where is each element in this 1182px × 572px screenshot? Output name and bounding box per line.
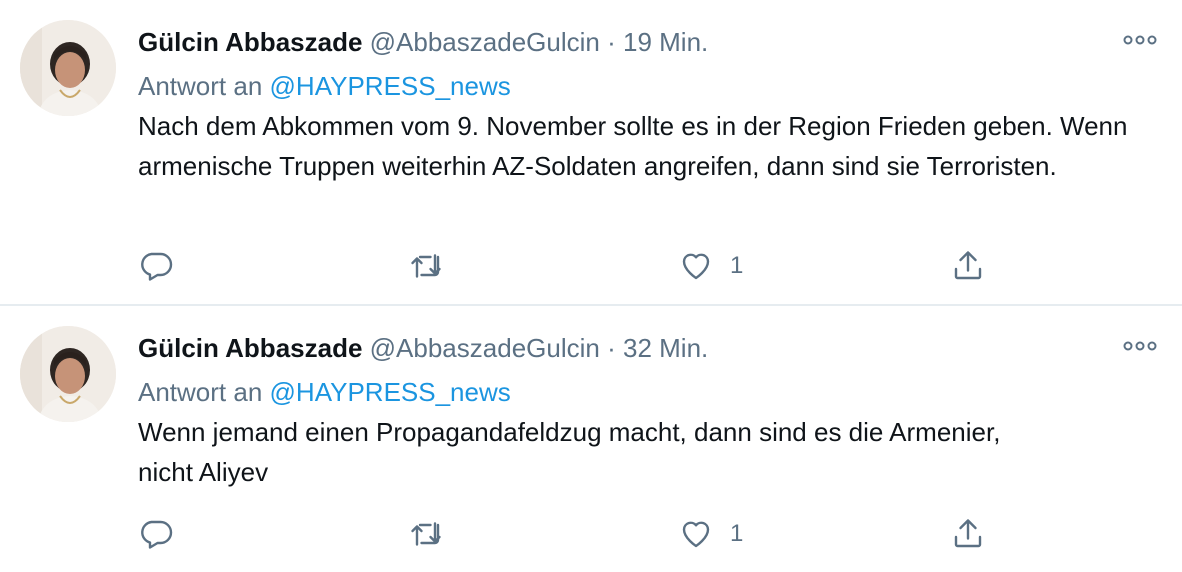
reply-icon	[141, 252, 173, 281]
share-icon	[954, 519, 982, 548]
reply-icon	[141, 520, 173, 549]
like-count: 1	[730, 252, 744, 279]
reply-context: Antwort an @HAYPRESS_news	[138, 66, 1152, 106]
tweet-actions: 1	[138, 244, 998, 288]
reply-mention-link[interactable]: @HAYPRESS_news	[270, 71, 511, 101]
like-button[interactable]: 1	[678, 512, 743, 556]
user-handle[interactable]: @AbbaszadeGulcin	[370, 27, 600, 57]
more-icon	[1123, 341, 1157, 351]
tweet-content: Gülcin Abbaszade @AbbaszadeGulcin · 19 M…	[138, 22, 1152, 186]
retweet-button[interactable]	[408, 512, 444, 556]
reply-button[interactable]	[138, 244, 174, 288]
retweet-icon	[411, 254, 441, 278]
reply-prefix: Antwort an	[138, 71, 263, 101]
retweet-icon	[411, 522, 441, 546]
tweet[interactable]: Gülcin Abbaszade @AbbaszadeGulcin · 32 M…	[0, 306, 1182, 572]
tweet-header: Gülcin Abbaszade @AbbaszadeGulcin · 19 M…	[138, 22, 1152, 62]
like-count: 1	[730, 520, 744, 547]
avatar-image	[20, 20, 116, 116]
avatar-image	[20, 326, 116, 422]
user-name[interactable]: Gülcin Abbaszade	[138, 27, 362, 57]
reply-context: Antwort an @HAYPRESS_news	[138, 372, 1152, 412]
timestamp[interactable]: 32 Min.	[623, 333, 708, 363]
share-icon	[954, 251, 982, 280]
tweet-text: Wenn jemand einen Propagandafeldzug mach…	[138, 417, 1001, 487]
share-button[interactable]	[950, 512, 986, 556]
like-icon	[682, 521, 710, 548]
like-button[interactable]: 1	[678, 244, 743, 288]
avatar[interactable]	[20, 326, 116, 422]
reply-prefix: Antwort an	[138, 377, 263, 407]
like-icon	[682, 253, 710, 280]
more-button[interactable]	[1120, 334, 1160, 358]
retweet-button[interactable]	[408, 244, 444, 288]
user-handle[interactable]: @AbbaszadeGulcin	[370, 333, 600, 363]
tweet-text: Nach dem Abkommen vom 9. November sollte…	[138, 111, 1128, 181]
more-icon	[1123, 35, 1157, 45]
share-button[interactable]	[950, 244, 986, 288]
more-button[interactable]	[1120, 28, 1160, 52]
tweet-header: Gülcin Abbaszade @AbbaszadeGulcin · 32 M…	[138, 328, 1152, 368]
user-name[interactable]: Gülcin Abbaszade	[138, 333, 362, 363]
timestamp[interactable]: 19 Min.	[623, 27, 708, 57]
reply-button[interactable]	[138, 512, 174, 556]
tweet[interactable]: Gülcin Abbaszade @AbbaszadeGulcin · 19 M…	[0, 0, 1182, 306]
tweet-actions: 1	[138, 512, 998, 556]
reply-mention-link[interactable]: @HAYPRESS_news	[270, 377, 511, 407]
separator-dot: ·	[607, 333, 616, 363]
avatar[interactable]	[20, 20, 116, 116]
tweet-content: Gülcin Abbaszade @AbbaszadeGulcin · 32 M…	[138, 328, 1152, 492]
separator-dot: ·	[607, 27, 616, 57]
